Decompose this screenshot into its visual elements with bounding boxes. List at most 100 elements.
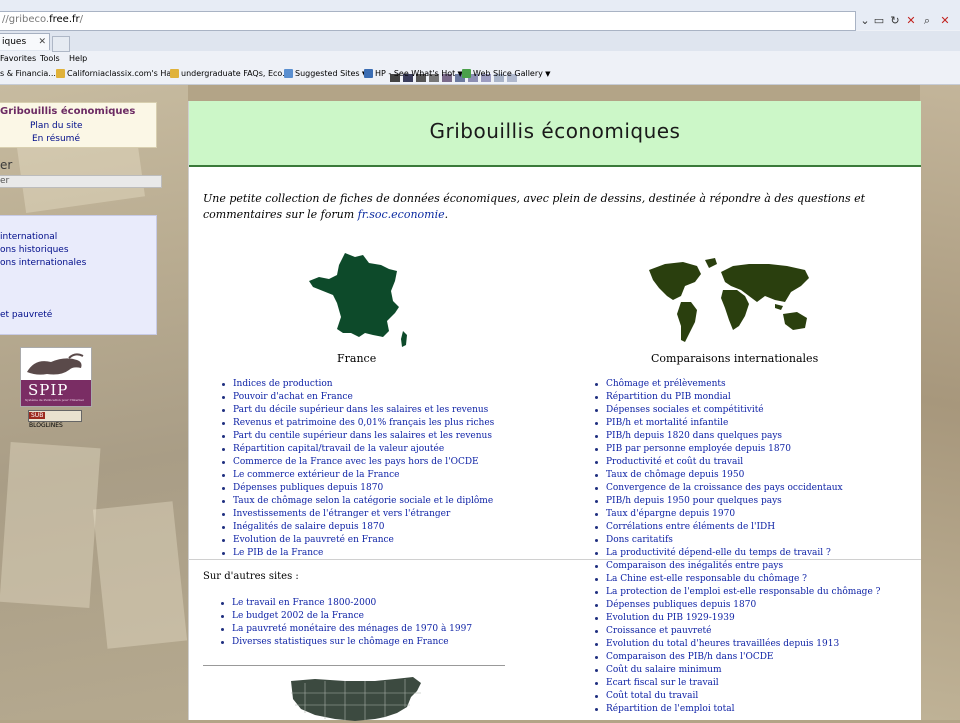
compatibility-icon[interactable]: ▭ [872,14,886,28]
refresh-icon[interactable]: ↻ [888,14,902,28]
article-link[interactable]: Comparaison des inégalités entre pays [592,560,880,573]
article-link[interactable]: Croissance et pauvreté [592,625,880,638]
article-link[interactable]: PIB par personne employée depuis 1870 [592,443,880,456]
search-panel-title: er [0,158,13,172]
divider [203,665,505,666]
article-link[interactable]: Le commerce extérieur de la France [219,469,494,482]
favorite-label: s & Financia... [0,69,56,78]
article-link[interactable]: Corrélations entre éléments de l'IDH [592,521,880,534]
en-resume-link[interactable]: En résumé [32,134,80,144]
article-link[interactable]: Répartition capital/travail de la valeur… [219,443,494,456]
article-link[interactable]: Productivité et coût du travail [592,456,880,469]
article-link[interactable]: Evolution de la pauvreté en France [219,534,494,547]
article-link[interactable]: Diverses statistiques sur le chômage en … [218,636,472,649]
favorite-item[interactable]: Suggested Sites ▼ [284,69,367,78]
favorite-item[interactable]: s & Financia... [0,69,56,78]
rubrique-link[interactable]: ons historiques [0,245,69,255]
article-link[interactable]: Le travail en France 1800-2000 [218,597,472,610]
rubrique-link[interactable]: et pauvreté [0,310,52,320]
article-link[interactable]: Le budget 2002 de la France [218,610,472,623]
article-link[interactable]: Coût total du travail [592,690,880,703]
favorite-icon [364,69,373,78]
article-link[interactable]: Chômage et prélèvements [592,378,880,391]
search-dropdown-icon[interactable]: ⌄ [858,14,872,28]
france-map-icon[interactable] [307,251,411,351]
menu-help[interactable]: Help [69,54,87,63]
article-link[interactable]: Dépenses publiques depuis 1870 [592,599,880,612]
section-separator [189,559,921,560]
article-link[interactable]: Convergence de la croissance des pays oc… [592,482,880,495]
spip-subtitle: Système de Publication pour l'Internet [25,398,84,402]
article-link[interactable]: PIB/h et mortalité infantile [592,417,880,430]
article-link[interactable]: La Chine est-elle responsable du chômage… [592,573,880,586]
favorite-item[interactable]: Web Slice Gallery ▼ [462,69,550,78]
tab-row: iques ✕ [0,31,960,82]
favorites-bar: s & Financia... Californiaclassix.com's H… [0,66,960,83]
article-link[interactable]: Ecart fiscal sur le travail [592,677,880,690]
stop-right-icon[interactable]: ✕ [938,14,952,28]
article-link[interactable]: PIB/h depuis 1820 dans quelques pays [592,430,880,443]
article-link[interactable]: Dépenses sociales et compétitivité [592,404,880,417]
spip-banner: SPIP Système de Publication pour l'Inter… [21,380,91,406]
favorite-label: Suggested Sites [295,69,360,78]
article-link[interactable]: Taux de chômage selon la catégorie socia… [219,495,494,508]
stop-icon[interactable]: ✕ [904,14,918,28]
world-map-icon[interactable] [645,256,815,346]
favorite-item[interactable]: HP - See What's Hot ▼ [364,69,463,78]
favorite-icon [284,69,293,78]
article-link[interactable]: Indices de production [219,378,494,391]
spip-logo[interactable]: SPIP Système de Publication pour l'Inter… [20,347,92,407]
page-header: Gribouillis économiques [189,101,921,167]
article-link[interactable]: La protection de l'emploi est-elle respo… [592,586,880,599]
intro-paragraph: Une petite collection de fiches de donné… [203,191,909,223]
article-link[interactable]: Répartition du PIB mondial [592,391,880,404]
article-link[interactable]: Evolution du total d'heures travaillées … [592,638,880,651]
article-link[interactable]: Inégalités de salaire depuis 1870 [219,521,494,534]
browser-chrome: //gribeco.free.fr/ ⌄ ▭ ↻ ✕ ⌕ ✕ iques ✕ F… [0,0,960,85]
search-input[interactable]: er [0,175,162,188]
article-link[interactable]: Part du centile supérieur dans les salai… [219,430,494,443]
article-link[interactable]: La pauvreté monétaire des ménages de 197… [218,623,472,636]
favorite-icon [170,69,179,78]
article-link[interactable]: Répartition de l'emploi total [592,703,880,716]
close-tab-icon[interactable]: ✕ [38,34,46,51]
article-link[interactable]: Dépenses publiques depuis 1870 [219,482,494,495]
favorite-item[interactable]: Californiaclassix.com's Ha... [56,69,179,78]
usa-map-icon[interactable] [285,673,425,723]
menu-tools[interactable]: Tools [40,54,60,63]
intro-text: Une petite collection de fiches de donné… [203,192,866,221]
article-link[interactable]: PIB/h depuis 1950 pour quelques pays [592,495,880,508]
menu-favorites[interactable]: Favorites [0,54,36,63]
article-link[interactable]: Comparaison des PIB/h dans l'OCDE [592,651,880,664]
article-link[interactable]: Commerce de la France avec les pays hors… [219,456,494,469]
article-link[interactable]: Coût du salaire minimum [592,664,880,677]
article-link[interactable]: Dons caritatifs [592,534,880,547]
article-link[interactable]: Pouvoir d'achat en France [219,391,494,404]
address-text: //gribeco.free.fr/ [2,14,84,25]
favorite-label: Web Slice Gallery [473,69,543,78]
article-link[interactable]: Investissements de l'étranger et vers l'… [219,508,494,521]
bloglines-badge[interactable]: SUB BLOGLINES [28,410,82,429]
rubrique-link[interactable]: ons internationales [0,258,86,268]
search-icon[interactable]: ⌕ [920,14,934,28]
page-title: Gribouillis économiques [429,119,681,143]
other-sites-title: Sur d'autres sites : [203,571,299,582]
world-links: Chômage et prélèvements Répartition du PI… [592,378,880,716]
plan-du-site-link[interactable]: Plan du site [30,121,83,131]
spip-squirrel-icon [27,353,84,375]
rubrique-link[interactable]: international [0,232,57,242]
article-link[interactable]: Part du décile supérieur dans les salair… [219,404,494,417]
forum-link[interactable]: fr.soc.economie [358,208,445,221]
tab-current[interactable]: iques ✕ [0,33,50,50]
article-link[interactable]: Taux de chômage depuis 1950 [592,469,880,482]
world-caption: Comparaisons internationales [651,352,819,365]
intro-end: . [444,208,449,221]
site-title[interactable]: Gribouillis économiques [0,106,135,117]
new-tab-button[interactable] [52,36,70,52]
favorite-item[interactable]: undergraduate FAQs, Eco... [170,69,290,78]
article-link[interactable]: Evolution du PIB 1929-1939 [592,612,880,625]
favorite-icon [462,69,471,78]
address-bar[interactable]: //gribeco.free.fr/ [0,11,856,31]
article-link[interactable]: Taux d'épargne depuis 1970 [592,508,880,521]
article-link[interactable]: Revenus et patrimoine des 0,01% français… [219,417,494,430]
